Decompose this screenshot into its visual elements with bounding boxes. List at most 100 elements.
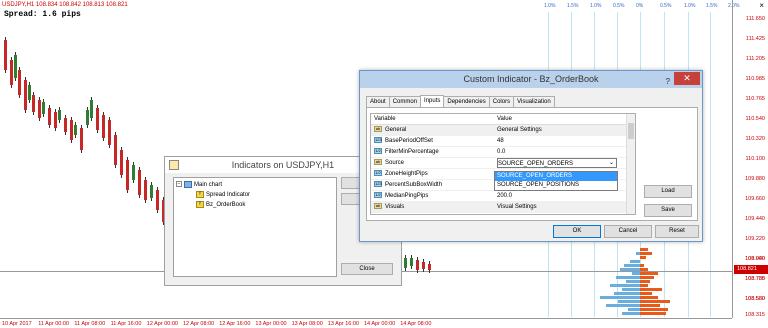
double-type-icon: 1/2 xyxy=(374,170,382,177)
main-chart-icon xyxy=(184,180,192,188)
candle-body xyxy=(102,115,105,138)
indicators-tree[interactable]: − Main chart f Spread Indicator f Bz_OrderB… xyxy=(173,177,337,277)
candle-body xyxy=(74,125,77,135)
chevron-down-icon[interactable]: ⌄ xyxy=(609,158,614,168)
orderbook-ask-bar xyxy=(640,264,644,267)
candle-body xyxy=(144,180,147,200)
variable-name: BasePeriodOffSet xyxy=(385,138,433,144)
variable-value[interactable]: 200.0 xyxy=(495,191,619,201)
cancel-button[interactable]: Cancel xyxy=(604,225,652,238)
orderbook-ask-bar xyxy=(640,248,648,251)
tab-dependencies[interactable]: Dependencies xyxy=(443,96,490,107)
input-row-medianpingpips[interactable]: 1/2 MedianPingPips 200.0 xyxy=(371,191,635,202)
ok-button[interactable]: OK xyxy=(553,225,601,238)
input-row-visuals[interactable]: ab Visuals Visual Settings xyxy=(371,202,635,213)
price-tick-label: 109.660 xyxy=(745,196,765,202)
tree-item-spread-indicator[interactable]: f Spread Indicator xyxy=(176,190,334,200)
candle-body xyxy=(24,80,27,110)
candle-body xyxy=(96,108,99,130)
variable-value[interactable]: 0.0 xyxy=(495,147,619,157)
input-row-source[interactable]: ab Source SOURCE_OPEN_ORDERS ⌄ xyxy=(371,158,635,169)
source-select-value: SOURCE_OPEN_ORDERS xyxy=(498,161,574,167)
price-tick-label: 108.735 xyxy=(745,276,765,282)
tree-item-bz-orderbook[interactable]: f Bz_OrderBook xyxy=(176,200,334,210)
reset-button[interactable]: Reset xyxy=(655,225,699,238)
variable-name: Visuals xyxy=(385,204,405,210)
tab-about[interactable]: About xyxy=(366,96,390,107)
candle-body xyxy=(32,95,35,112)
load-button[interactable]: Load xyxy=(644,185,692,198)
candle-body xyxy=(38,100,41,118)
tab-colors[interactable]: Colors xyxy=(488,96,515,107)
tab-visualization[interactable]: Visualization xyxy=(513,96,555,107)
time-tick-label: 13 Apr 08:00 xyxy=(291,321,323,327)
source-select[interactable]: SOURCE_OPEN_ORDERS ⌄ xyxy=(497,158,617,168)
time-tick-label: 11 Apr 16:00 xyxy=(110,321,142,327)
candle-body xyxy=(422,262,425,269)
inputs-grid[interactable]: Variable Value ab General General Setting… xyxy=(370,113,636,215)
candle-body xyxy=(48,108,51,125)
candle-body xyxy=(28,85,31,100)
candle-body xyxy=(114,135,117,165)
string-type-icon: ab xyxy=(374,126,382,133)
scrollbar-thumb[interactable] xyxy=(628,123,634,139)
input-row-general[interactable]: ab General General Settings xyxy=(371,125,635,136)
time-tick-label: 12 Apr 08:00 xyxy=(183,321,215,327)
orderbook-bid-bar xyxy=(626,280,640,283)
orderbook-bid-bar xyxy=(616,276,640,279)
orderbook-ask-bar xyxy=(640,296,658,299)
candle-body xyxy=(138,170,141,195)
candle-body xyxy=(14,55,17,78)
candle-body xyxy=(80,128,83,150)
orderbook-bid-bar xyxy=(622,288,640,291)
dialog-tabs: About Common Inputs Dependencies Colors … xyxy=(366,95,555,107)
tree-item-label: Bz_OrderBook xyxy=(206,202,246,208)
percent-tick-label: 0.5% xyxy=(660,3,672,9)
candle-body xyxy=(126,160,129,190)
indicator-function-icon: f xyxy=(196,190,204,198)
source-dropdown-list[interactable]: SOURCE_OPEN_ORDERS SOURCE_OPEN_POSITIONS xyxy=(494,171,618,191)
variable-value: Visual Settings xyxy=(497,204,537,210)
percent-tick-label: 1.0% xyxy=(544,3,556,9)
candle-body xyxy=(64,118,67,132)
dropdown-option-open-positions[interactable]: SOURCE_OPEN_POSITIONS xyxy=(495,181,617,190)
tab-common[interactable]: Common xyxy=(388,96,422,107)
percent-tick-label: 1.0% xyxy=(684,3,696,9)
column-header-variable: Variable xyxy=(374,116,396,122)
custom-indicator-dialog[interactable]: Custom Indicator - Bz_OrderBook ? ✕ Abou… xyxy=(359,70,703,242)
grid-scrollbar[interactable] xyxy=(626,114,635,214)
input-row-baseperiodoffset[interactable]: 123 BasePeriodOffSet 48 xyxy=(371,136,635,147)
indicators-close-button[interactable]: Close xyxy=(341,263,393,275)
indicators-window-title-text: Indicators on USDJPY,H1 xyxy=(231,160,335,170)
time-tick-label: 14 Apr 00:00 xyxy=(364,321,396,327)
percent-tick-label: 1.5% xyxy=(567,3,579,9)
tree-item-label: Main chart xyxy=(194,182,223,188)
variable-value[interactable]: 48 xyxy=(495,136,619,146)
time-tick-label: 11 Apr 08:00 xyxy=(74,321,106,327)
double-type-icon: 1/2 xyxy=(374,192,382,199)
save-button[interactable]: Save xyxy=(644,204,692,217)
price-tick-label: 111.425 xyxy=(745,36,765,42)
help-icon[interactable]: ? xyxy=(666,73,670,90)
orderbook-ask-bar xyxy=(640,256,646,259)
chart-title: USDJPY,H1 108.834 108.842 108.813 108.82… xyxy=(2,2,128,8)
spread-readout: Spread: 1.6 pips xyxy=(4,10,81,19)
tree-item-label: Spread Indicator xyxy=(206,192,251,198)
percent-tick-label: 0% xyxy=(636,3,644,9)
variable-name: FilterMinPercentage xyxy=(385,149,439,155)
price-tick-label: 110.540 xyxy=(745,116,765,122)
dialog-close-button[interactable]: ✕ xyxy=(674,72,700,85)
dropdown-option-open-orders[interactable]: SOURCE_OPEN_ORDERS xyxy=(495,172,617,181)
dialog-title: Custom Indicator - Bz_OrderBook xyxy=(463,74,599,84)
tab-inputs[interactable]: Inputs xyxy=(420,95,445,107)
candle-body xyxy=(10,60,13,85)
column-header-value: Value xyxy=(497,116,512,122)
dialog-title-bar: Custom Indicator - Bz_OrderBook ? ✕ xyxy=(360,71,702,88)
variable-value: General Settings xyxy=(497,127,542,133)
candle-body xyxy=(86,110,89,125)
input-row-filterminpercentage[interactable]: 1/2 FilterMinPercentage 0.0 xyxy=(371,147,635,158)
orderbook-ask-bar xyxy=(640,268,648,271)
candle-body xyxy=(58,110,61,120)
tree-item-main-chart[interactable]: − Main chart xyxy=(176,180,334,190)
collapse-icon[interactable]: − xyxy=(176,181,182,188)
